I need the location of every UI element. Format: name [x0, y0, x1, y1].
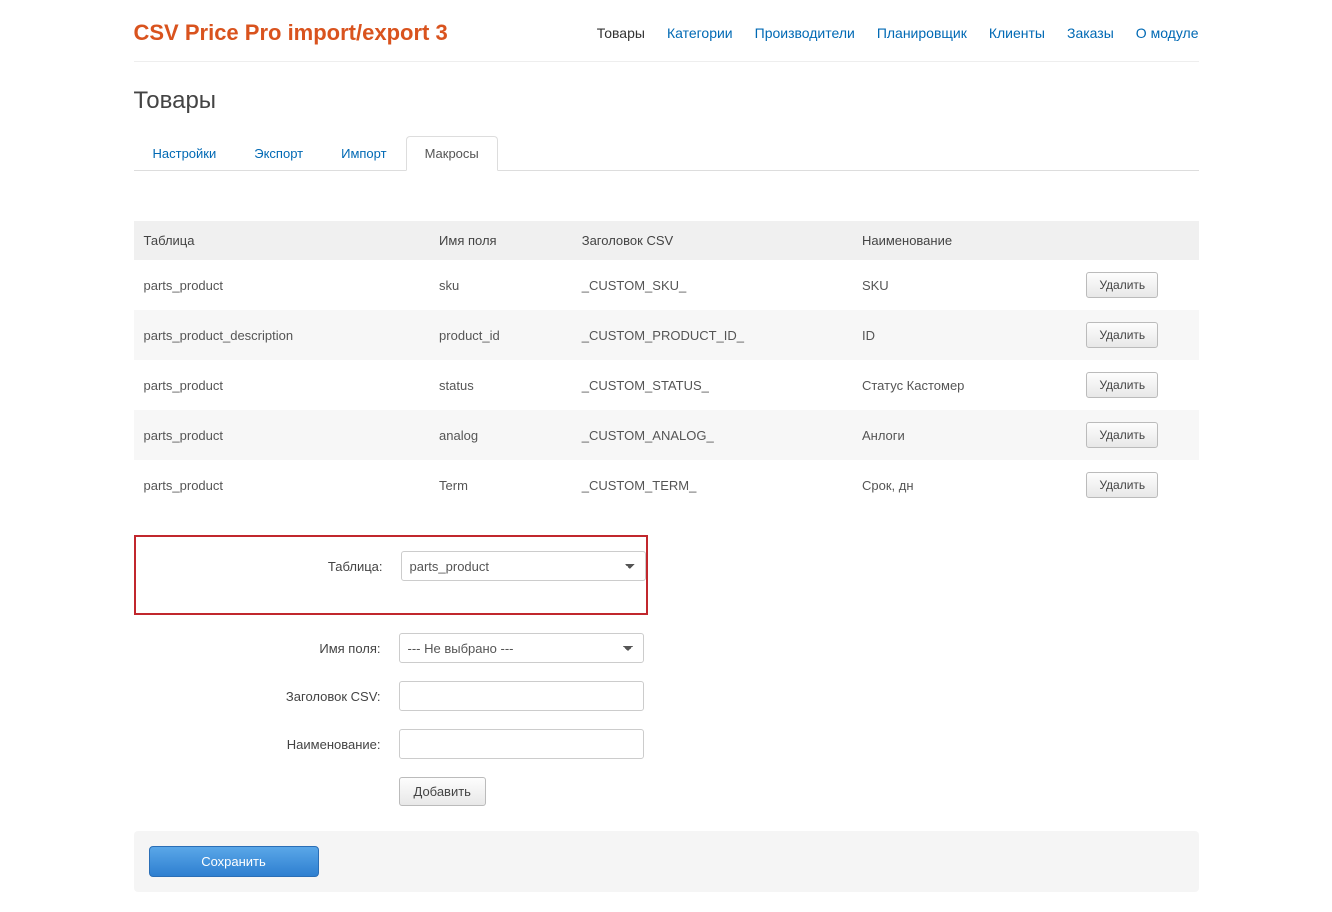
- cell-field: Term: [429, 460, 572, 510]
- th-csv: Заголовок CSV: [572, 221, 852, 260]
- highlight-box: Таблица: parts_product: [134, 535, 648, 615]
- delete-button[interactable]: Удалить: [1086, 272, 1158, 298]
- cell-name: Срок, дн: [852, 460, 1086, 510]
- cell-field: sku: [429, 260, 572, 310]
- nav-scheduler[interactable]: Планировщик: [877, 25, 967, 41]
- add-form: Таблица: parts_product Имя поля: --- Не …: [134, 535, 1199, 806]
- cell-table: parts_product: [134, 360, 430, 410]
- select-field[interactable]: --- Не выбрано ---: [399, 633, 644, 663]
- th-table: Таблица: [134, 221, 430, 260]
- cell-table: parts_product_description: [134, 310, 430, 360]
- delete-button[interactable]: Удалить: [1086, 422, 1158, 448]
- cell-name: Анлоги: [852, 410, 1086, 460]
- cell-field: analog: [429, 410, 572, 460]
- tabs: Настройки Экспорт Импорт Макросы: [134, 135, 1199, 171]
- cell-csv: _CUSTOM_ANALOG_: [572, 410, 852, 460]
- cell-csv: _CUSTOM_SKU_: [572, 260, 852, 310]
- input-csv[interactable]: [399, 681, 644, 711]
- save-bar: Сохранить: [134, 831, 1199, 892]
- tab-export[interactable]: Экспорт: [235, 136, 322, 171]
- cell-field: status: [429, 360, 572, 410]
- table-row: parts_product_descriptionproduct_id_CUST…: [134, 310, 1199, 360]
- cell-csv: _CUSTOM_TERM_: [572, 460, 852, 510]
- delete-button[interactable]: Удалить: [1086, 472, 1158, 498]
- cell-name: SKU: [852, 260, 1086, 310]
- label-table: Таблица:: [136, 559, 401, 574]
- nav-orders[interactable]: Заказы: [1067, 25, 1114, 41]
- cell-name: Статус Кастомер: [852, 360, 1086, 410]
- th-actions: [1086, 221, 1198, 260]
- macros-table: Таблица Имя поля Заголовок CSV Наименова…: [134, 221, 1199, 510]
- input-name[interactable]: [399, 729, 644, 759]
- table-row: parts_productanalog_CUSTOM_ANALOG_Анлоги…: [134, 410, 1199, 460]
- cell-name: ID: [852, 310, 1086, 360]
- delete-button[interactable]: Удалить: [1086, 372, 1158, 398]
- cell-csv: _CUSTOM_PRODUCT_ID_: [572, 310, 852, 360]
- label-name: Наименование:: [134, 737, 399, 752]
- th-name: Наименование: [852, 221, 1086, 260]
- select-table[interactable]: parts_product: [401, 551, 646, 581]
- table-row: parts_productsku_CUSTOM_SKU_SKUУдалить: [134, 260, 1199, 310]
- cell-csv: _CUSTOM_STATUS_: [572, 360, 852, 410]
- cell-table: parts_product: [134, 460, 430, 510]
- cell-table: parts_product: [134, 410, 430, 460]
- page-title: Товары: [134, 87, 1199, 115]
- nav-clients[interactable]: Клиенты: [989, 25, 1045, 41]
- cell-field: product_id: [429, 310, 572, 360]
- table-row: parts_productTerm_CUSTOM_TERM_Срок, днУд…: [134, 460, 1199, 510]
- label-csv: Заголовок CSV:: [134, 689, 399, 704]
- cell-table: parts_product: [134, 260, 430, 310]
- header: CSV Price Pro import/export 3 Товары Кат…: [134, 20, 1199, 62]
- nav-about[interactable]: О модуле: [1136, 25, 1199, 41]
- add-button[interactable]: Добавить: [399, 777, 486, 806]
- tab-settings[interactable]: Настройки: [134, 136, 236, 171]
- top-nav: Товары Категории Производители Планировщ…: [597, 25, 1199, 41]
- app-title: CSV Price Pro import/export 3: [134, 20, 448, 46]
- save-button[interactable]: Сохранить: [149, 846, 319, 877]
- label-field: Имя поля:: [134, 641, 399, 656]
- table-row: parts_productstatus_CUSTOM_STATUS_Статус…: [134, 360, 1199, 410]
- tab-macros[interactable]: Макросы: [406, 136, 498, 171]
- tab-import[interactable]: Импорт: [322, 136, 405, 171]
- th-field: Имя поля: [429, 221, 572, 260]
- nav-products[interactable]: Товары: [597, 25, 645, 41]
- delete-button[interactable]: Удалить: [1086, 322, 1158, 348]
- nav-manufacturers[interactable]: Производители: [755, 25, 855, 41]
- nav-categories[interactable]: Категории: [667, 25, 733, 41]
